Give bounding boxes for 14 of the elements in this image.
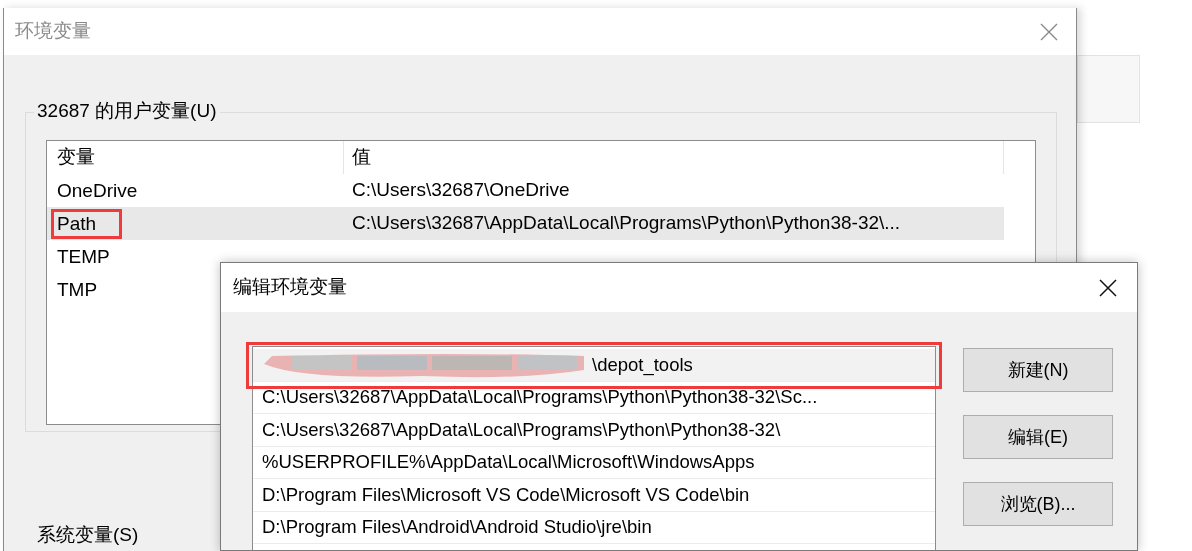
path-text: D:\Program Files\Microsoft VS Code\Microsoft VS Code\bin [262, 482, 750, 507]
path-text: C:\Users\32687\AppData\Local\Programs\Python\Python38-32\ [262, 417, 781, 442]
variable-value: C:\Users\32687\OneDrive [351, 178, 570, 203]
window-title: 环境变量 [15, 19, 91, 44]
path-text: %USERPROFILE%\AppData\Local\Microsoft\WindowsApps [262, 450, 755, 475]
variable-name: OneDrive [56, 178, 139, 203]
dialog-title: 编辑环境变量 [233, 275, 347, 300]
variable-name: Path [53, 210, 121, 237]
variable-value: C:\Users\32687\AppData\Local\Programs\Python\Python38-32\... [351, 211, 901, 236]
path-text: C:\Users\32687\AppData\Local\Programs\Python\Python38-32\Sc... [262, 385, 818, 410]
path-text: D:\Program Files\Android\Android Studio\jre\bin [262, 515, 652, 540]
variable-name: TEMP [56, 244, 111, 269]
group-label: 系统变量(S) [36, 523, 140, 547]
path-text: \depot_tools [592, 352, 693, 378]
